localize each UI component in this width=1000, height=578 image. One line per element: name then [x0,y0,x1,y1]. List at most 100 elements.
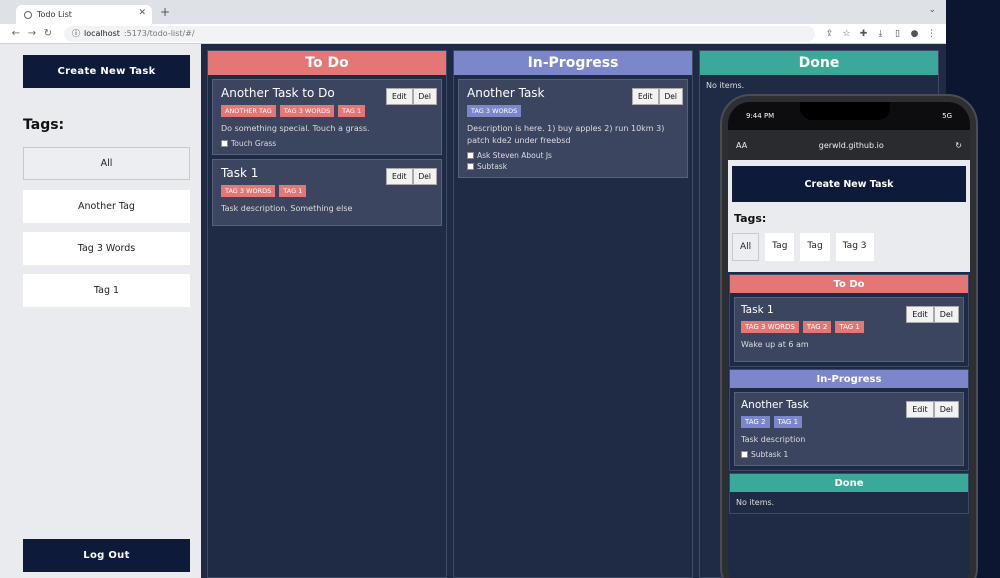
url-field[interactable]: ⓘ localhost:5173/todo-list/#/ [64,25,815,42]
tag-filter-all[interactable]: All [23,147,190,180]
phone-tag[interactable]: Tag [765,233,795,261]
tab-menu-icon[interactable]: ⌄ [928,5,936,15]
phone-column-header-todo: To Do [730,275,968,293]
subtask-checkbox[interactable] [221,140,228,147]
tag-chip: Tag 1 [279,185,307,197]
tag-chip: Tag 1 [835,321,864,333]
phone-tag-row: All Tag Tag Tag 3 [732,233,966,261]
edit-button[interactable]: Edit [385,168,413,185]
phone-reload-icon[interactable]: ↻ [955,141,962,150]
reload-icon[interactable]: ↻ [40,28,56,39]
task-description: Description is here. 1) buy apples 2) ru… [467,124,665,145]
address-bar-row: ← → ↻ ⓘ localhost:5173/todo-list/#/ ⇪ ☆ … [0,24,946,44]
sidebar: Create New Task Tags: All Another Tag Ta… [0,44,201,578]
phone-aa[interactable]: AA [736,141,747,150]
phone-subtask-checkbox[interactable] [741,451,748,458]
phone-edit-button[interactable]: Edit [906,306,934,323]
globe-icon [24,10,32,19]
delete-button[interactable]: Del [412,168,437,185]
phone-card-actions: Edit Del [906,306,959,323]
download-icon[interactable]: ⤓ [876,29,885,39]
forward-icon[interactable]: → [24,28,40,39]
tags-heading: Tags: [23,117,65,133]
subtask-label: Subtask [477,162,508,171]
subtask-checkbox[interactable] [467,152,474,159]
url-path: :5173/todo-list/#/ [123,29,195,38]
phone-tag-all[interactable]: All [732,233,760,261]
phone-task-description: Task description [741,435,806,444]
tag-chip: Tag 3 Words [741,321,799,333]
phone-column-in-progress: In-Progress Another Task Edit Del Tag 2 … [729,369,969,471]
info-icon[interactable]: ⓘ [72,28,80,39]
column-todo: To Do Another Task to Do Edit Del Anothe… [207,50,447,578]
close-tab-icon[interactable]: ✕ [138,8,146,18]
subtask-label: Touch Grass [231,139,277,148]
menu-icon[interactable]: ⋮ [927,29,936,39]
tag-chip: Tag 1 [773,416,803,428]
tag-chip: Tag 2 [741,416,770,428]
task-card: Task 1 Edit Del Tag 3 Words Tag 1 Task d… [212,159,442,226]
tag-chip: Tag 3 Words [467,105,522,117]
phone-time: 9:44 PM [746,112,775,120]
phone-card-actions: Edit Del [906,401,959,418]
phone-edit-button[interactable]: Edit [906,401,934,418]
tab-title: Todo List [37,10,72,19]
column-header-done: Done [700,51,938,75]
phone-tag[interactable]: Tag 3 [835,233,874,261]
subtask-checkbox[interactable] [467,163,474,170]
phone-task-card: Another Task Edit Del Tag 2 Tag 1 Task d… [734,392,964,466]
edit-button[interactable]: Edit [385,88,413,105]
logout-button[interactable]: Log Out [23,539,190,572]
task-card: Another Task Edit Del Tag 3 Words Descri… [458,79,688,178]
tag-filter-tag-3-words[interactable]: Tag 3 Words [23,232,190,265]
create-task-button[interactable]: Create New Task [23,55,190,88]
phone-column-done: Done No items. [729,473,969,514]
phone-delete-button[interactable]: Del [933,401,959,418]
column-header-todo: To Do [208,51,446,75]
browser-tab[interactable]: Todo List ✕ [16,5,152,24]
phone-url[interactable]: gerwld.github.io [747,141,955,150]
new-tab-button[interactable]: + [160,5,170,19]
task-description: Task description. Something else [221,204,353,213]
subtask: Touch Grass [221,139,435,148]
tag-chips: Tag 3 Words Tag 1 [221,185,435,197]
edit-button[interactable]: Edit [631,88,659,105]
subtask: Subtask [467,162,681,171]
phone-column-header-in-progress: In-Progress [730,370,968,388]
empty-message: No items. [706,81,745,90]
toolbar-icons: ⇪ ☆ ✚ ⤓ ▯ ● ⋮ [815,29,946,39]
phone-tag[interactable]: Tag [800,233,830,261]
phone-empty-message: No items. [736,498,775,507]
tag-chip: Tag 3 Words [279,105,335,117]
phone-url-bar[interactable]: AA gerwld.github.io ↻ [728,130,970,160]
star-icon[interactable]: ☆ [842,29,851,39]
phone-notch [800,102,890,120]
phone-subtask-label: Subtask 1 [751,450,789,459]
tab-strip: Todo List ✕ + ⌄ [0,0,946,24]
extension-icon[interactable]: ✚ [859,29,868,39]
phone-task-card: Task 1 Edit Del Tag 3 Words Tag 2 Tag 1 … [734,297,964,362]
phone-screen: 9:44 PM 5G AA gerwld.github.io ↻ Create … [728,102,970,578]
delete-button[interactable]: Del [412,88,437,105]
delete-button[interactable]: Del [658,88,683,105]
subtask-label: Ask Steven About Js [477,151,552,160]
tag-chip: Tag 3 Words [221,185,276,197]
sidebar-icon[interactable]: ▯ [893,29,902,39]
profile-icon[interactable]: ● [910,29,919,39]
url-host: localhost [84,29,120,38]
phone-subtask: Subtask 1 [741,450,957,459]
share-icon[interactable]: ⇪ [825,29,834,39]
phone-signal: 5G [942,112,952,120]
tag-filter-another-tag[interactable]: Another Tag [23,190,190,223]
card-actions: Edit Del [385,168,437,185]
phone-delete-button[interactable]: Del [933,306,959,323]
tag-chip: Tag 1 [338,105,366,117]
back-icon[interactable]: ← [8,28,24,39]
tag-filter-tag-1[interactable]: Tag 1 [23,274,190,307]
tag-chips: Tag 3 Words [467,105,681,117]
phone-sidebar: Create New Task Tags: All Tag Tag Tag 3 [728,160,970,272]
card-actions: Edit Del [631,88,683,105]
phone-tags-heading: Tags: [734,212,767,225]
tag-chip: Tag 2 [802,321,832,333]
phone-create-task-button[interactable]: Create New Task [732,166,966,202]
